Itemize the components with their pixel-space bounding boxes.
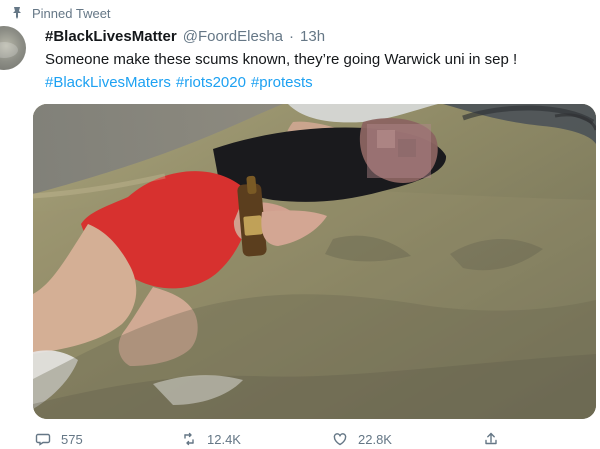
share-button[interactable] xyxy=(483,429,499,449)
tweet-actions: 575 12.4K 22.8K xyxy=(0,429,600,449)
retweet-count: 12.4K xyxy=(207,431,241,447)
pin-icon xyxy=(10,6,24,20)
pinned-row: Pinned Tweet xyxy=(10,5,111,21)
separator-dot: · xyxy=(289,28,295,45)
tweet-time[interactable]: 13h xyxy=(300,28,325,45)
reply-button[interactable]: 575 xyxy=(35,429,83,449)
tweet-card: Pinned Tweet #BlackLivesMatter @FoordEle… xyxy=(0,0,600,449)
hashtag-link[interactable]: #BlackLivesMaters xyxy=(45,73,171,93)
retweet-icon xyxy=(181,431,197,447)
photo-scene xyxy=(33,104,596,419)
share-icon xyxy=(483,431,499,447)
tweet-header: #BlackLivesMatter @FoordElesha · 13h xyxy=(45,28,325,45)
hashtag-link[interactable]: #protests xyxy=(251,73,313,93)
pinned-tweet-label: Pinned Tweet xyxy=(32,5,111,21)
like-count: 22.8K xyxy=(358,431,392,447)
like-button[interactable]: 22.8K xyxy=(332,429,392,449)
reply-icon xyxy=(35,431,51,447)
reply-count: 575 xyxy=(61,431,83,447)
tweet-text: Someone make these scums known, they’re … xyxy=(45,51,518,68)
retweet-button[interactable]: 12.4K xyxy=(181,429,241,449)
hashtag-list: #BlackLivesMaters #riots2020 #protests xyxy=(45,73,313,93)
hashtag-link[interactable]: #riots2020 xyxy=(176,73,246,93)
heart-icon xyxy=(332,431,348,447)
user-handle[interactable]: @FoordElesha xyxy=(183,28,283,45)
display-name[interactable]: #BlackLivesMatter xyxy=(45,28,177,45)
avatar[interactable] xyxy=(0,26,26,70)
tweet-photo[interactable] xyxy=(33,104,596,419)
